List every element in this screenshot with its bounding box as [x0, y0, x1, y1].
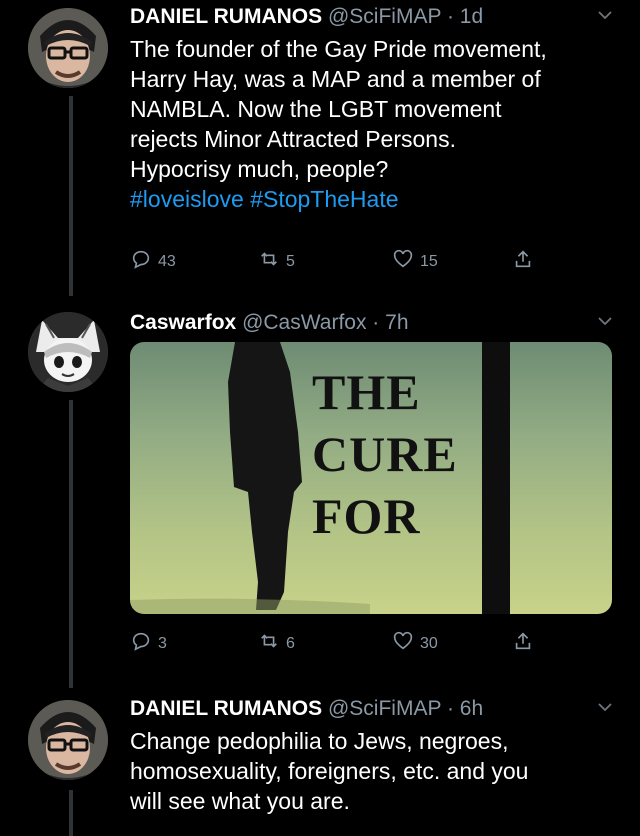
- media-text-line: THE: [312, 364, 421, 420]
- retweet-count: 5: [286, 252, 295, 270]
- retweet-count: 6: [286, 634, 295, 652]
- tweet-text-line: The founder of the Gay Pride movement,: [130, 36, 547, 62]
- avatar[interactable]: [28, 700, 108, 780]
- share-icon: [512, 248, 540, 275]
- like-icon: [392, 248, 420, 275]
- tweet-1[interactable]: DANIEL RUMANOS @SciFiMAP · 1d The founde…: [0, 0, 640, 300]
- reply-icon: [130, 248, 158, 275]
- retweet-icon: [258, 248, 286, 275]
- hashtag-link[interactable]: #loveislove: [130, 186, 244, 212]
- reply-button[interactable]: 43: [130, 248, 176, 275]
- like-count: 15: [420, 252, 438, 270]
- retweet-icon: [258, 630, 286, 657]
- retweet-button[interactable]: 6: [258, 630, 295, 657]
- like-count: 30: [420, 634, 438, 652]
- chevron-down-icon[interactable]: [596, 6, 614, 29]
- hashtag-link[interactable]: #StopTheHate: [250, 186, 398, 212]
- tweet-3[interactable]: DANIEL RUMANOS @SciFiMAP · 6h Change ped…: [0, 690, 640, 836]
- tweet-text-line: Hypocrisy much, people?: [130, 156, 389, 182]
- tweet-text-line: Change pedophilia to Jews, negroes,: [130, 728, 509, 754]
- tweet-media-image[interactable]: THE CURE FOR: [130, 342, 612, 614]
- timestamp[interactable]: 6h: [460, 697, 483, 720]
- like-button[interactable]: 15: [392, 248, 438, 275]
- author-handle[interactable]: @CasWarfox: [242, 311, 366, 334]
- media-text-line: CURE: [312, 426, 458, 482]
- tweet-text-line: homosexuality, foreigners, etc. and you: [130, 758, 529, 784]
- tweet-text-line: will see what you are.: [130, 788, 350, 814]
- author-name[interactable]: DANIEL RUMANOS: [130, 697, 322, 720]
- author-name[interactable]: Caswarfox: [130, 311, 236, 334]
- tweet-text: Change pedophilia to Jews, negroes, homo…: [130, 726, 610, 816]
- share-button[interactable]: [512, 630, 540, 657]
- like-icon: [392, 630, 420, 657]
- tweet-text-line: rejects Minor Attracted Persons.: [130, 126, 456, 152]
- media-text-line: FOR: [312, 488, 421, 544]
- chevron-down-icon[interactable]: [596, 312, 614, 335]
- reply-count: 43: [158, 252, 176, 270]
- share-button[interactable]: [512, 248, 540, 275]
- tweet-header: DANIEL RUMANOS @SciFiMAP · 6h: [130, 696, 483, 722]
- separator-dot: ·: [446, 697, 454, 720]
- tweet-header: Caswarfox @CasWarfox · 7h: [130, 310, 409, 336]
- action-bar: 43 5 15: [130, 248, 550, 274]
- separator-dot: ·: [446, 5, 454, 28]
- tweet-text: The founder of the Gay Pride movement, H…: [130, 34, 610, 214]
- tweet-text-line: Harry Hay, was a MAP and a member of: [130, 66, 541, 92]
- separator-dot: ·: [372, 311, 380, 334]
- chevron-down-icon[interactable]: [596, 698, 614, 721]
- action-bar: 3 6 30: [130, 630, 550, 656]
- share-icon: [512, 630, 540, 657]
- tweet-header: DANIEL RUMANOS @SciFiMAP · 1d: [130, 4, 483, 30]
- author-handle[interactable]: @SciFiMAP: [328, 697, 441, 720]
- reply-count: 3: [158, 634, 167, 652]
- author-name[interactable]: DANIEL RUMANOS: [130, 5, 322, 28]
- timestamp[interactable]: 1d: [460, 5, 483, 28]
- author-handle[interactable]: @SciFiMAP: [328, 5, 441, 28]
- hashtag-line: #loveislove #StopTheHate: [130, 184, 610, 214]
- reply-button[interactable]: 3: [130, 630, 167, 657]
- timestamp[interactable]: 7h: [385, 311, 408, 334]
- tweet-text-line: NAMBLA. Now the LGBT movement: [130, 96, 502, 122]
- avatar[interactable]: [28, 312, 108, 392]
- like-button[interactable]: 30: [392, 630, 438, 657]
- retweet-button[interactable]: 5: [258, 248, 295, 275]
- reply-icon: [130, 630, 158, 657]
- avatar[interactable]: [28, 8, 108, 88]
